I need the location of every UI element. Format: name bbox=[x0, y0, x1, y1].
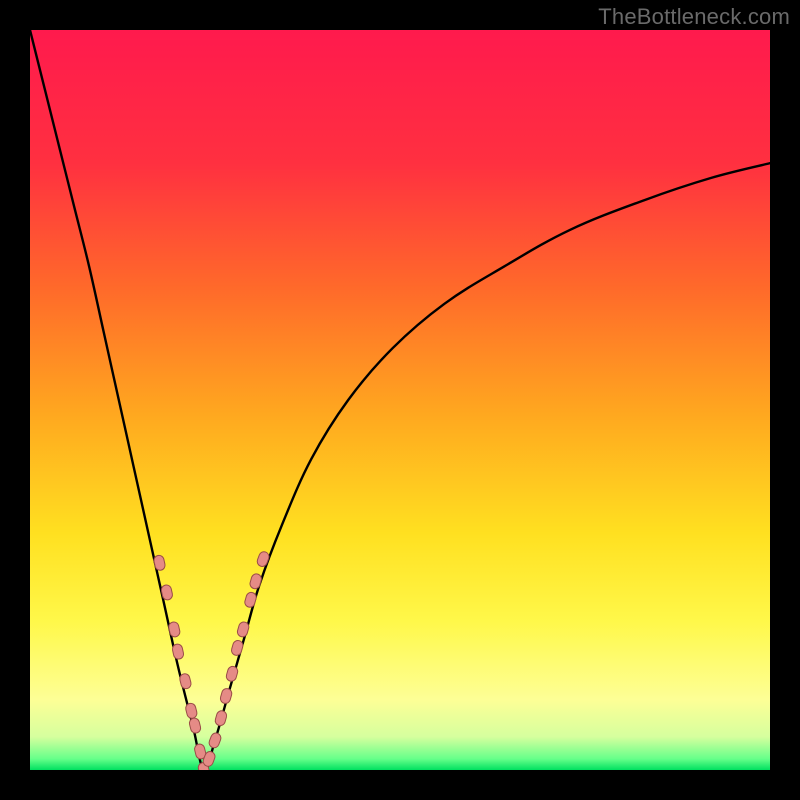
bottleneck-plot bbox=[30, 30, 770, 770]
watermark-text: TheBottleneck.com bbox=[598, 4, 790, 30]
gradient-background bbox=[30, 30, 770, 770]
chart-frame: TheBottleneck.com bbox=[0, 0, 800, 800]
